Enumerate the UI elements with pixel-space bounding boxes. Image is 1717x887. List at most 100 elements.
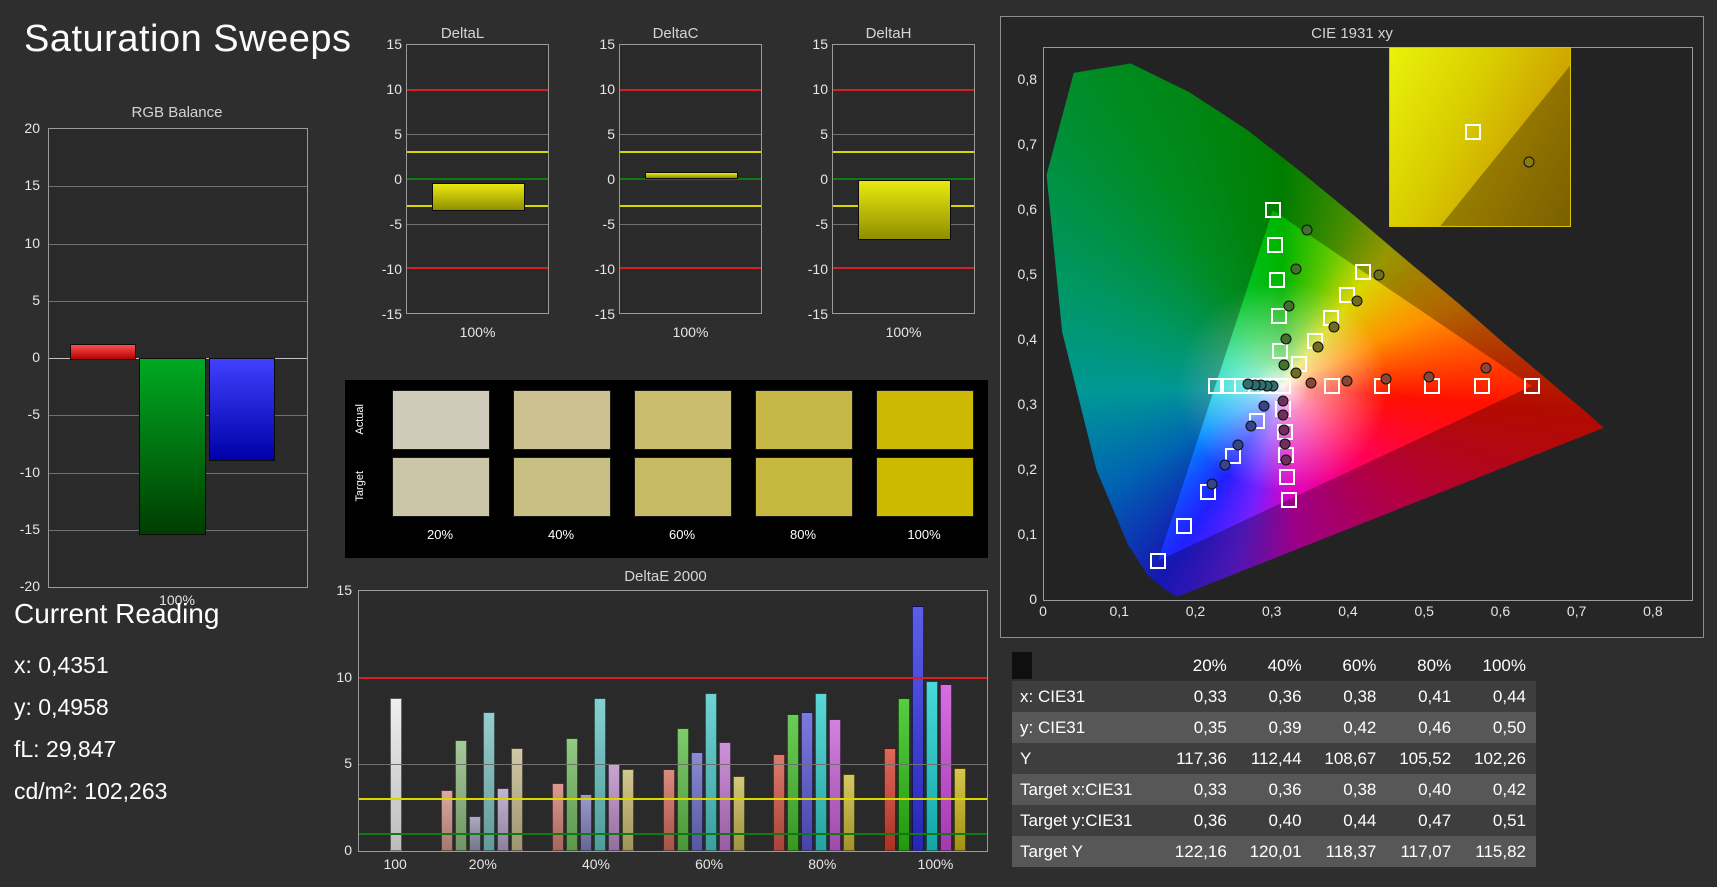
green-target-square [1264, 202, 1281, 219]
row-label: y: CIE31 [1020, 717, 1086, 737]
row-label: x: CIE31 [1020, 686, 1086, 706]
deltae-bar [773, 753, 786, 851]
table-corner-cell [1012, 650, 1162, 681]
cell-value: 102,26 [1474, 748, 1526, 768]
reference-line [620, 88, 761, 91]
y-tick-label: 5 [394, 126, 402, 142]
current-reading-values: x: 0,4351 y: 0,4958 fL: 29,847 cd/m²: 102,2… [14, 644, 167, 812]
deltae-title: DeltaE 2000 [624, 568, 707, 585]
x-tick-label: 0,4 [1338, 603, 1358, 619]
y-tick-label: 15 [386, 36, 402, 52]
deltae-bar [912, 606, 925, 851]
reference-line [407, 88, 548, 91]
swatch-actual-40% [513, 390, 611, 450]
magenta-measured-dot [1279, 438, 1291, 450]
table-row: x: CIE31 0,33 0,36 0,38 0,41 0,44 [1012, 681, 1536, 712]
reference-line [620, 151, 761, 154]
cie-title: CIE 1931 xy [1311, 25, 1393, 42]
reference-line [407, 178, 548, 180]
deltae-bar [898, 698, 911, 851]
current-reading-title: Current Reading [14, 598, 220, 629]
y-tick-label: 0 [344, 842, 352, 858]
x-tick-label: 0,1 [1109, 603, 1129, 619]
cell-value: 117,07 [1400, 841, 1452, 861]
x-tick-label: 40% [581, 856, 610, 872]
cell-value: 0,38 [1343, 686, 1377, 706]
deltac-chart [619, 44, 762, 314]
deltae-bar [593, 698, 606, 851]
magenta-target-square [1279, 469, 1296, 486]
reference-line [407, 151, 548, 154]
y-tick-label: 15 [24, 177, 40, 194]
deltae-bar [829, 719, 842, 851]
y-tick-label: -10 [594, 261, 615, 277]
deltae-group-80% [759, 591, 870, 851]
reference-line [833, 88, 974, 91]
deltah-bar [858, 179, 951, 240]
row-label: Target Y [1020, 841, 1084, 861]
y-tick-label: 0 [1029, 591, 1037, 607]
yellow-measured-dot [1312, 341, 1324, 353]
deltah-chart [832, 44, 975, 314]
cell-value: 0,38 [1343, 779, 1377, 799]
green-measured-dot [1280, 333, 1292, 345]
rgb-balance-chart [48, 128, 308, 588]
y-tick-label: 0,4 [1017, 331, 1037, 348]
cyan-measured-dot [1242, 378, 1254, 390]
yellow-measured-dot [1328, 321, 1340, 333]
x-tick-label: 60% [695, 856, 724, 872]
cell-value: 0,40 [1418, 779, 1452, 799]
y-tick-label: 0,6 [1017, 201, 1037, 218]
y-tick-label: -10 [807, 261, 828, 277]
swatch-actual-60% [634, 390, 732, 450]
deltae-bar [843, 774, 856, 851]
deltae-chart [358, 590, 988, 852]
column-header: 60% [1342, 655, 1377, 675]
deltae-group-100 [365, 591, 426, 851]
deltae-group-60% [648, 591, 759, 851]
y-tick-label: 15 [336, 582, 352, 598]
y-tick-label: 0 [820, 171, 828, 187]
table-row: y: CIE31 0,35 0,39 0,42 0,46 0,50 [1012, 712, 1536, 743]
rgb-bar-green [139, 358, 206, 536]
swatch-target-100% [876, 457, 974, 517]
deltal-chart [406, 44, 549, 314]
cell-value: 108,67 [1324, 748, 1377, 768]
cell-value: 0,35 [1193, 717, 1227, 737]
gridline [833, 134, 974, 136]
delta-charts-row: DeltaL 15 10 5 0 -5 -10 -15 100% DeltaC 15 10 5 0 -5 -1… [376, 22, 975, 340]
deltae-bar [801, 712, 814, 851]
yellow-measured-dot [1373, 269, 1385, 281]
cyan-target-square [1207, 378, 1224, 395]
magenta-target-square [1280, 491, 1297, 508]
swatch-actual-80% [755, 390, 853, 450]
gridline [49, 186, 307, 188]
gridline [620, 223, 761, 225]
blue-measured-dot [1206, 478, 1218, 490]
deltae-bar [732, 776, 745, 851]
red-measured-dot [1341, 375, 1353, 387]
column-header: 80% [1417, 655, 1452, 675]
deltae-bar [607, 764, 620, 851]
cell-value: 0,44 [1343, 810, 1377, 830]
y-tick-label: -10 [381, 261, 402, 277]
y-tick-label: 0,8 [1017, 71, 1037, 88]
y-tick-label: -5 [602, 216, 615, 232]
measurement-table: 20% 40% 60% 80% 100% x: CIE31 0,33 0,36 0,38 0,41… [1012, 650, 1536, 867]
delta-panel-deltah: DeltaH 15 10 5 0 -5 -10 -15 100% [802, 22, 975, 340]
x-tick-label: 0,8 [1643, 603, 1663, 619]
cell-value: 0,41 [1418, 686, 1452, 706]
y-tick-label: 15 [599, 36, 615, 52]
magenta-measured-dot [1278, 424, 1290, 436]
x-tick-label: 0,6 [1490, 603, 1511, 619]
y-tick-label: -15 [19, 520, 40, 537]
y-tick-label: -5 [815, 216, 828, 232]
magenta-measured-dot [1280, 454, 1292, 466]
red-target-square [1324, 378, 1341, 395]
x-tick-label: 100% [917, 856, 954, 872]
y-tick-label: 5 [607, 126, 615, 142]
row-label: Target y:CIE31 [1020, 810, 1133, 830]
reference-line [833, 151, 974, 154]
gridline [620, 134, 761, 136]
deltae-bar [940, 684, 953, 851]
